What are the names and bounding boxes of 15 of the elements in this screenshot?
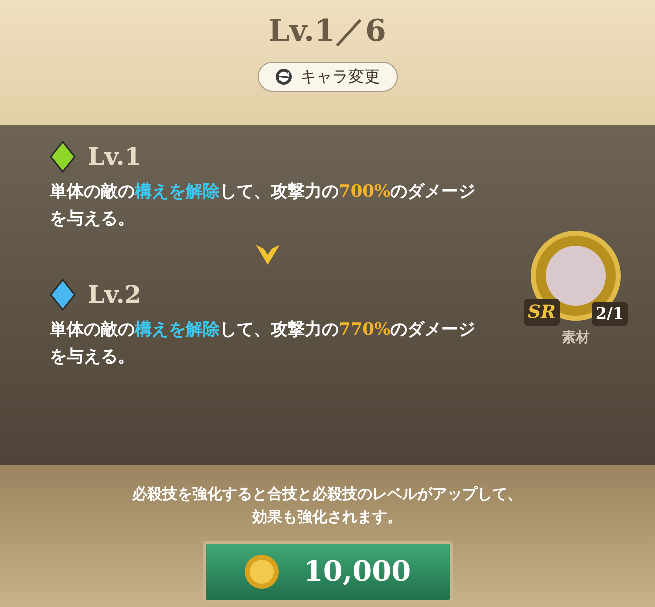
cost-button[interactable]: 10,000: [202, 541, 452, 603]
material-count: 2/1: [592, 302, 628, 326]
material-label: 素材: [562, 329, 590, 348]
level-title: Lv.1／6: [268, 13, 386, 51]
skill-description: 単体の敵の構えを解除して、攻撃力の700%のダメージを与える。: [50, 181, 477, 231]
change-character-button[interactable]: キャラ変更: [258, 62, 398, 92]
level-label: Lv.2: [88, 279, 142, 311]
notice-text: 必殺技を強化すると合技と必殺技のレベルがアップして、 効果も強化されます。: [132, 484, 522, 528]
skill-description: 単体の敵の構えを解除して、攻撃力の770%のダメージを与える。: [50, 319, 477, 369]
portrait-picture: [546, 246, 606, 306]
chevron-down-icon: [255, 243, 281, 267]
coin-icon: [244, 554, 280, 590]
swap-icon: [274, 68, 292, 86]
level-label: Lv.1: [88, 141, 142, 173]
rarity-badge: SR: [524, 299, 560, 326]
